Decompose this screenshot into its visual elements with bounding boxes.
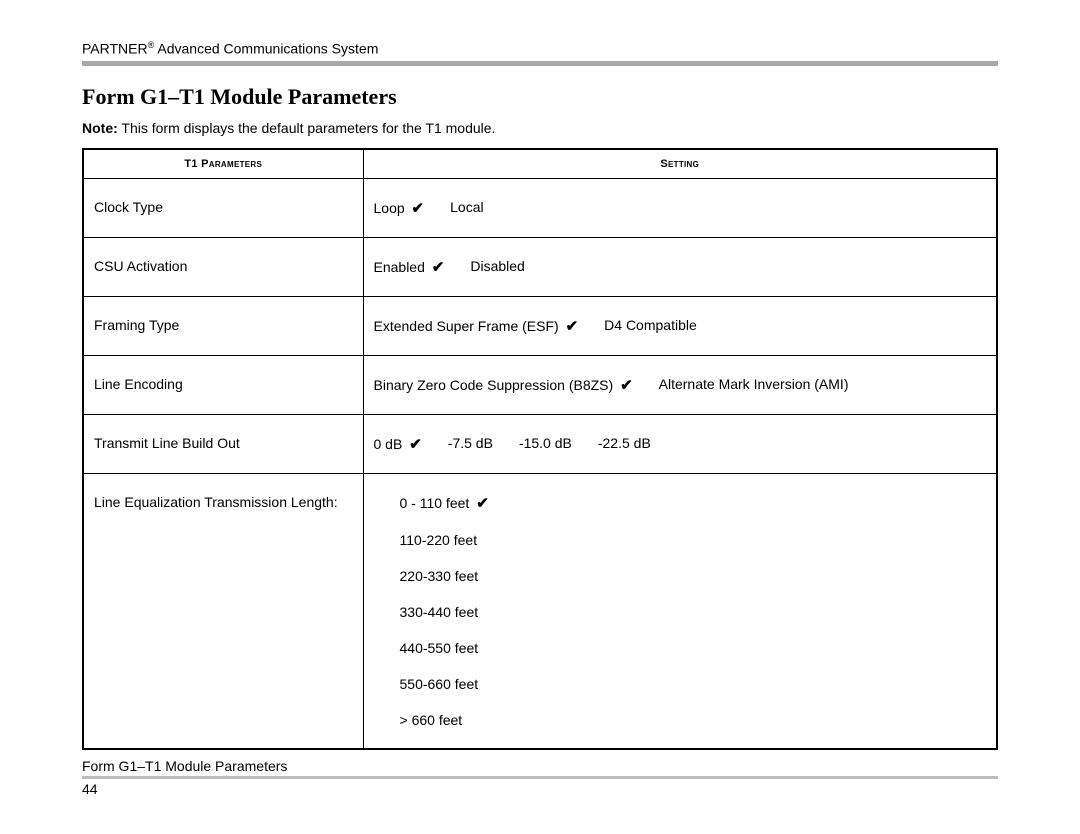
option-loop: Loop ✔ <box>374 199 425 217</box>
row-line-equalization: Line Equalization Transmission Length: 0… <box>83 473 997 749</box>
option-0-110: 0 - 110 feet ✔ <box>400 494 987 512</box>
option-disabled: Disabled <box>470 258 524 276</box>
check-icon: ✔ <box>412 200 425 217</box>
option-7-5db: -7.5 dB <box>448 435 493 453</box>
parameters-table: T1 Parameters Setting Clock Type Loop ✔ … <box>82 148 998 750</box>
option-enabled: Enabled ✔ <box>374 258 445 276</box>
option-110-220: 110-220 feet <box>400 532 987 548</box>
check-icon: ✔ <box>476 495 489 512</box>
option-b8zs: Binary Zero Code Suppression (B8ZS) ✔ <box>374 376 633 394</box>
col-header-setting: Setting <box>363 149 997 179</box>
check-icon: ✔ <box>620 377 633 394</box>
option-d4: D4 Compatible <box>604 317 697 335</box>
option-esf: Extended Super Frame (ESF) ✔ <box>374 317 579 335</box>
page-title: Form G1–T1 Module Parameters <box>82 84 998 110</box>
header-rule <box>82 61 998 66</box>
running-header: PARTNER® Advanced Communications System <box>82 40 998 57</box>
option-0db: 0 dB ✔ <box>374 435 422 453</box>
table-header-row: T1 Parameters Setting <box>83 149 997 179</box>
param-label: Line Encoding <box>83 355 363 414</box>
header-prefix: PARTNER <box>82 41 148 57</box>
header-suffix: Advanced Communications System <box>154 41 378 57</box>
param-label: Transmit Line Build Out <box>83 414 363 473</box>
row-clock-type: Clock Type Loop ✔ Local <box>83 178 997 237</box>
option-22-5db: -22.5 dB <box>598 435 651 453</box>
row-transmit-line-build-out: Transmit Line Build Out 0 dB ✔ -7.5 dB -… <box>83 414 997 473</box>
param-setting: Extended Super Frame (ESF) ✔ D4 Compatib… <box>363 296 997 355</box>
option-gt-660: > 660 feet <box>400 712 987 728</box>
col-header-parameter: T1 Parameters <box>83 149 363 179</box>
row-csu-activation: CSU Activation Enabled ✔ Disabled <box>83 237 997 296</box>
note-line: Note: This form displays the default par… <box>82 120 998 136</box>
option-220-330: 220-330 feet <box>400 568 987 584</box>
param-label: CSU Activation <box>83 237 363 296</box>
param-setting: Enabled ✔ Disabled <box>363 237 997 296</box>
option-ami: Alternate Mark Inversion (AMI) <box>659 376 849 394</box>
param-setting: Loop ✔ Local <box>363 178 997 237</box>
option-330-440: 330-440 feet <box>400 604 987 620</box>
param-label: Framing Type <box>83 296 363 355</box>
row-line-encoding: Line Encoding Binary Zero Code Suppressi… <box>83 355 997 414</box>
param-setting: 0 - 110 feet ✔ 110-220 feet 220-330 feet… <box>363 473 997 749</box>
document-page: PARTNER® Advanced Communications System … <box>0 0 1080 825</box>
row-framing-type: Framing Type Extended Super Frame (ESF) … <box>83 296 997 355</box>
option-local: Local <box>450 199 483 217</box>
option-15db: -15.0 dB <box>519 435 572 453</box>
note-label: Note: <box>82 120 118 136</box>
option-550-660: 550-660 feet <box>400 676 987 692</box>
table-caption: Form G1–T1 Module Parameters <box>82 758 998 774</box>
page-number: 44 <box>82 781 998 797</box>
param-label: Clock Type <box>83 178 363 237</box>
option-440-550: 440-550 feet <box>400 640 987 656</box>
param-setting: 0 dB ✔ -7.5 dB -15.0 dB -22.5 dB <box>363 414 997 473</box>
check-icon: ✔ <box>432 259 445 276</box>
footer-rule <box>82 776 998 779</box>
param-label: Line Equalization Transmission Length: <box>83 473 363 749</box>
check-icon: ✔ <box>409 436 422 453</box>
param-setting: Binary Zero Code Suppression (B8ZS) ✔ Al… <box>363 355 997 414</box>
note-text: This form displays the default parameter… <box>118 120 496 136</box>
check-icon: ✔ <box>566 318 579 335</box>
